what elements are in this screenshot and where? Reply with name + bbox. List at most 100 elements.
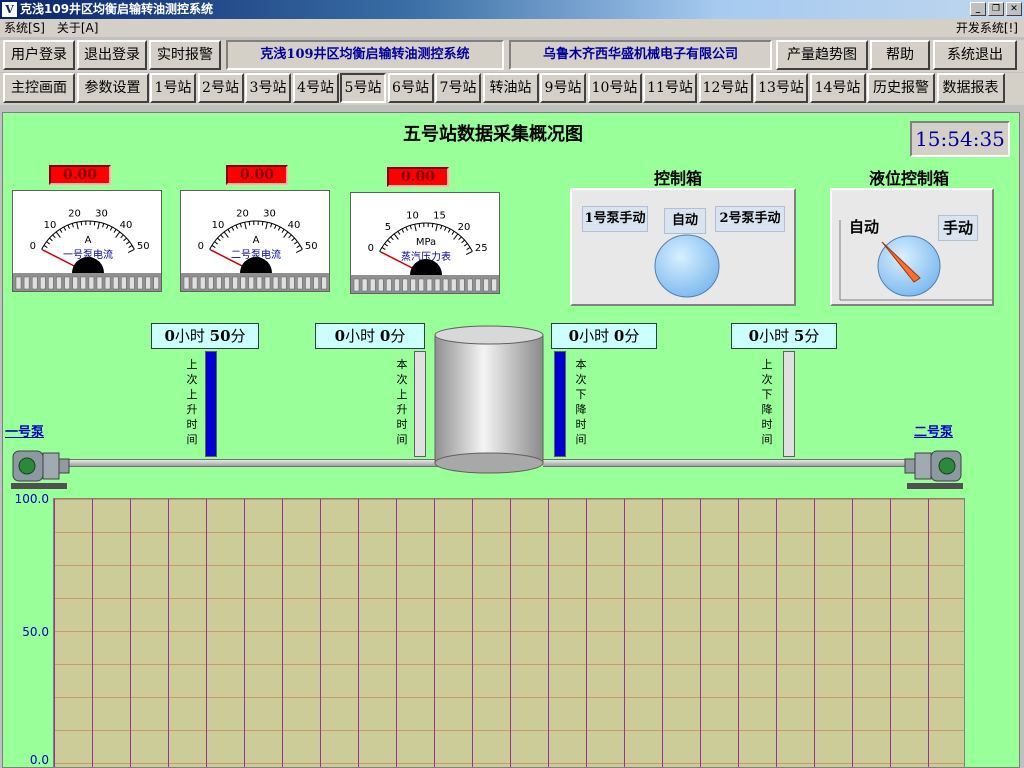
nav-button-12[interactable]: 11号站 — [643, 73, 697, 103]
gauge-base-slot — [321, 276, 327, 290]
nav-button-10[interactable]: 9号站 — [540, 73, 586, 103]
gauge-tick — [67, 224, 70, 229]
toolbar-nav: 主控画面 参数设置 1号站 2号站 3号站 4号站 5号站 6号站 7号站 转油站 9号站 10号站 1… — [0, 73, 1024, 105]
menu-system[interactable]: 系统[S] — [0, 19, 49, 37]
nav-button-14[interactable]: 13号站 — [754, 73, 808, 103]
nav-button-5[interactable]: 4号站 — [292, 73, 339, 103]
minimize-icon[interactable]: _ — [970, 2, 986, 16]
gauge-tick — [80, 221, 83, 226]
restore-icon[interactable]: ❐ — [988, 2, 1004, 16]
gauge-tick — [63, 226, 67, 231]
gauge-base-slot — [112, 276, 119, 290]
window-controls: _ ❐ ✕ — [970, 2, 1022, 16]
login-button[interactable]: 用户登录 — [3, 40, 75, 70]
gauge-base-slot — [442, 278, 449, 292]
gauge-tick — [274, 224, 277, 229]
current-rise-level-bar — [414, 351, 426, 457]
gauge-tick — [217, 237, 221, 242]
pump1-current-gauge: 0 10 20 30 40 50 A 一号泵电流 — [12, 190, 162, 292]
logout-button[interactable]: 退出登录 — [77, 40, 147, 70]
nav-button-4[interactable]: 3号站 — [245, 73, 291, 103]
timer-current-rise: 0小时 0分 — [315, 323, 425, 349]
gauge-tick — [244, 222, 247, 230]
nav-button-11[interactable]: 10号站 — [587, 73, 642, 103]
gauge-base-slot — [40, 276, 46, 290]
pump1-manual-label: 1号泵手动 — [582, 206, 648, 232]
gauge-base-slot — [137, 276, 143, 290]
nav-button-13[interactable]: 12号站 — [698, 73, 753, 103]
toolbar-top: 用户登录 退出登录 实时报警 克浅109井区均衡启输转油测控系统 乌鲁木齐西华盛… — [0, 40, 1024, 72]
pump1-icon[interactable] — [7, 443, 71, 493]
gauge-tick — [283, 231, 289, 238]
gauge-tick — [390, 236, 394, 241]
timer-last-fall: 0小时 5分 — [731, 323, 837, 349]
nav-button-7[interactable]: 6号站 — [387, 73, 434, 103]
gauge-base-slot — [483, 278, 489, 292]
gauge-base-slot — [208, 276, 214, 290]
gauge-base-slot — [280, 276, 287, 290]
nav-button-16[interactable]: 历史报警 — [867, 73, 935, 103]
gauge-tick — [387, 239, 391, 244]
timer-last-rise-label: 上次上升时间 — [186, 358, 198, 446]
gauge-tick — [447, 228, 451, 233]
gauge-tick — [127, 248, 135, 254]
gauge-base-slot — [31, 276, 38, 290]
window-title: 克浅109井区均衡启输转油测控系统 — [20, 2, 214, 16]
gauge-tick — [220, 234, 224, 239]
close-icon[interactable]: ✕ — [1006, 2, 1022, 16]
timer-minute-unit: 分 — [230, 327, 246, 345]
gauge-base-slot — [72, 276, 78, 290]
production-trend-button[interactable]: 产量趋势图 — [776, 40, 868, 70]
gauge-tick — [296, 244, 301, 248]
system-banner: 克浅109井区均衡启输转油测控系统 — [226, 40, 504, 70]
nav-button-8[interactable]: 7号站 — [435, 73, 481, 103]
gauge-base-slot — [240, 276, 246, 290]
pump1-current-reading: 0.00 — [49, 165, 111, 185]
gauge-tick-label: 20 — [236, 208, 249, 219]
system-exit-button[interactable]: 系统退出 — [933, 40, 1017, 70]
gauge-tick-label: 40 — [288, 220, 301, 231]
gauge-tick-label: 40 — [120, 220, 133, 231]
gauge-base-slot — [56, 276, 62, 290]
timer-current-rise-hours: 0 — [334, 327, 346, 345]
menu-about[interactable]: 关于[A] — [53, 19, 103, 37]
gauge-tick — [106, 224, 109, 229]
gauge-tick — [71, 223, 74, 228]
help-button[interactable]: 帮助 — [870, 40, 930, 70]
pump2-manual-label: 2号泵手动 — [715, 206, 785, 232]
gauge-base-slot — [361, 278, 368, 292]
menu-dev-system[interactable]: 开发系统[!] — [952, 19, 1022, 37]
nav-button-15[interactable]: 14号站 — [809, 73, 866, 103]
gauge-tick-label: 15 — [433, 210, 446, 221]
timer-minute-unit: 分 — [624, 327, 640, 345]
gauge-base-slot — [145, 276, 151, 290]
timer-current-fall-minutes: 0 — [613, 327, 625, 345]
gauge-base-slot — [410, 278, 416, 292]
gauge-tick — [76, 222, 79, 230]
nav-button-9[interactable]: 转油站 — [482, 73, 539, 103]
gauge-unit: A — [253, 235, 260, 246]
gauge-tick-label: 50 — [137, 241, 150, 252]
gauge-tick — [265, 222, 268, 230]
nav-button-2[interactable]: 1号站 — [150, 73, 196, 103]
level-box-title: 液位控制箱 — [869, 169, 950, 188]
y-tick-max: 100.0 — [14, 492, 49, 506]
level-selector-knob[interactable] — [832, 190, 996, 308]
realtime-alarm-button[interactable]: 实时报警 — [149, 40, 221, 70]
pipe-left — [61, 459, 441, 467]
timer-last-rise-hours: 0 — [164, 327, 175, 345]
gauge-tick — [466, 246, 471, 250]
gauge-tick — [214, 241, 219, 245]
gauge-base-slot — [216, 276, 222, 290]
nav-button-1[interactable]: 参数设置 — [76, 73, 149, 103]
nav-button-6[interactable]: 5号站 — [340, 73, 386, 103]
gauge-base-slot — [183, 276, 190, 290]
nav-button-0[interactable]: 主控画面 — [3, 73, 75, 103]
nav-button-17[interactable]: 数据报表 — [936, 73, 1005, 103]
pump2-icon[interactable] — [903, 443, 967, 493]
nav-button-3[interactable]: 2号站 — [197, 73, 244, 103]
gauge-tick — [431, 223, 434, 228]
gauge-tick — [418, 223, 421, 228]
gauge-tick — [128, 244, 133, 248]
gauge-tick-label: 20 — [68, 208, 81, 219]
